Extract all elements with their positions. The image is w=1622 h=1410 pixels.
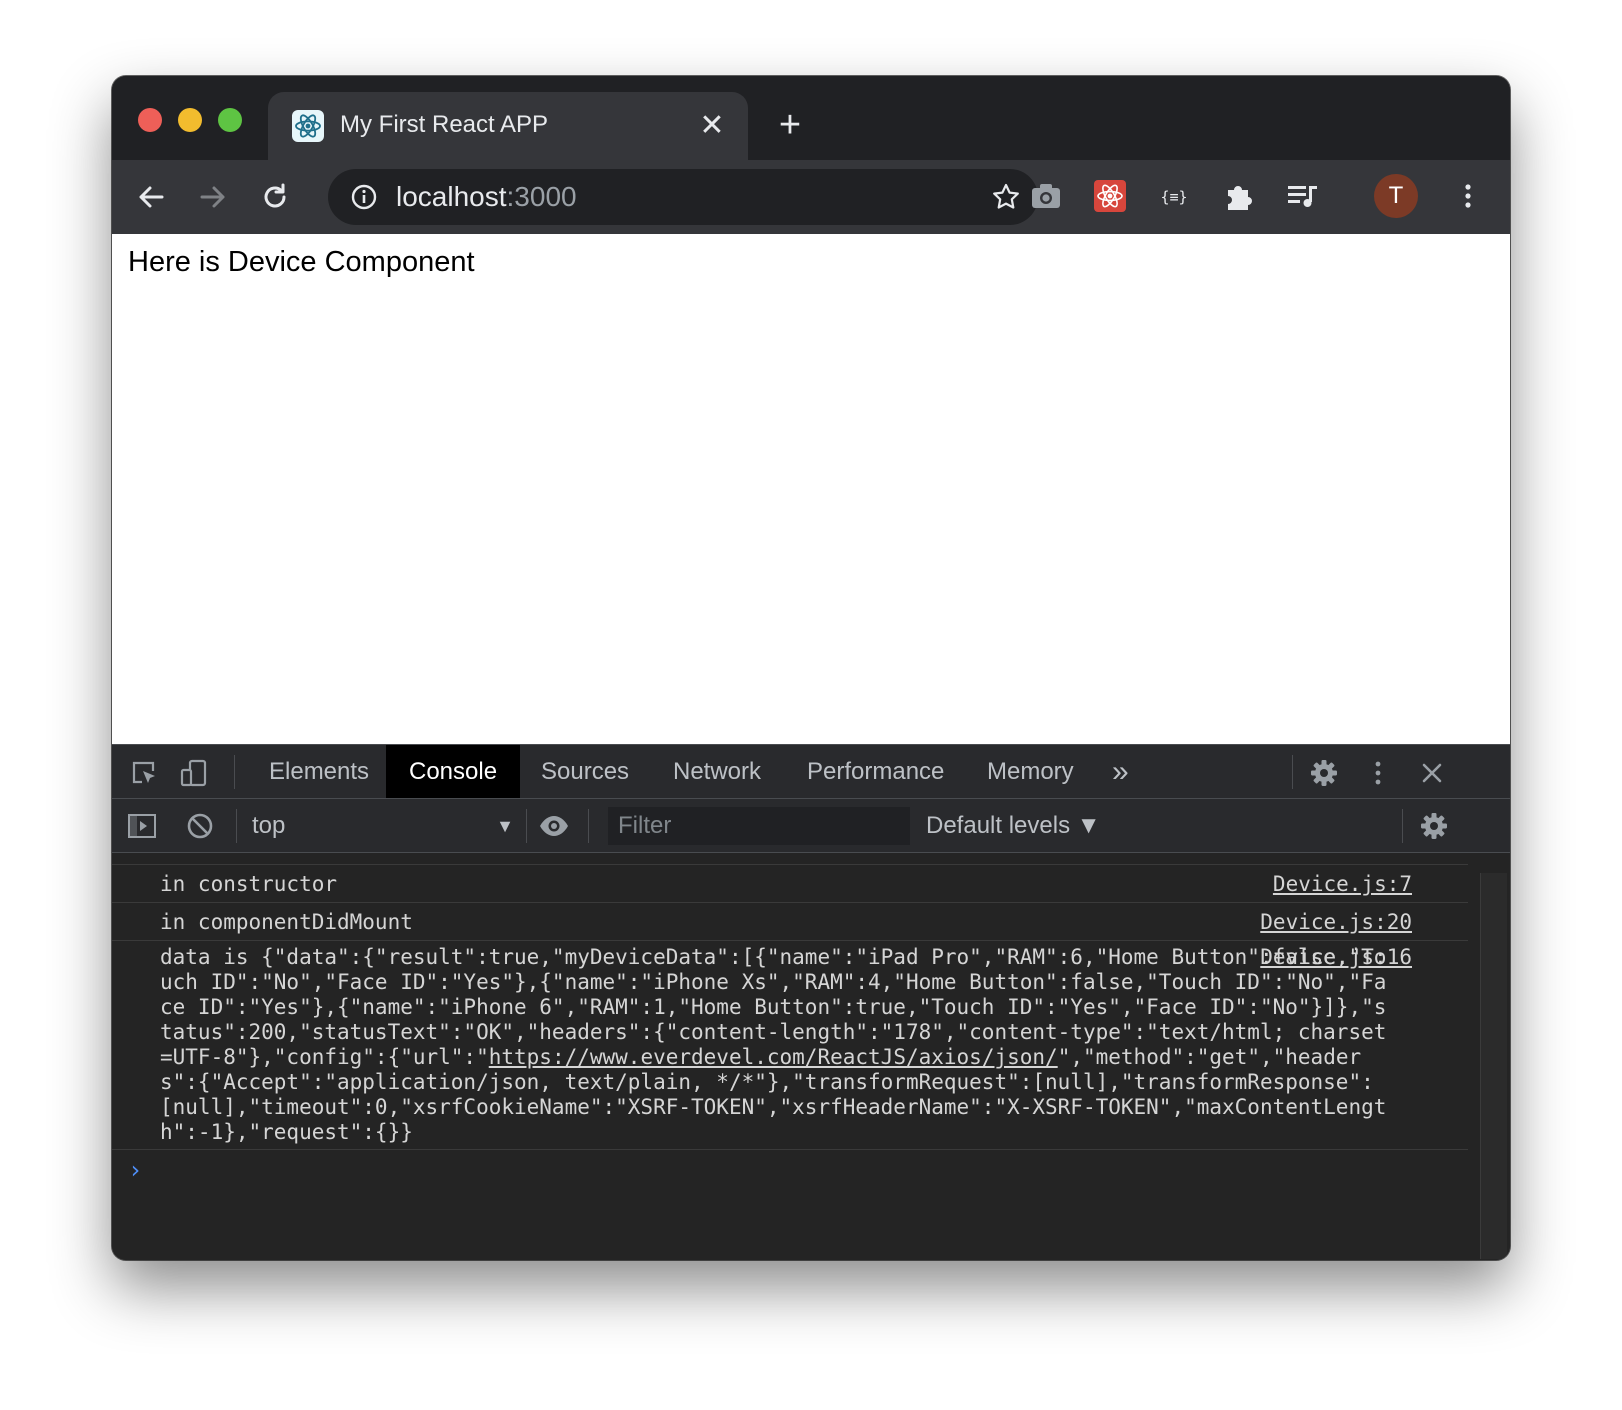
browser-window: My First React APP ✕ + localhost:3000 {≡… [112, 76, 1510, 1260]
console-message: in constructor Device.js:7 [112, 865, 1468, 903]
puzzle-icon[interactable] [1220, 178, 1256, 214]
more-tabs-button[interactable]: » [1112, 755, 1129, 789]
new-tab-button[interactable]: + [772, 106, 808, 144]
console-message-text: in componentDidMount [160, 910, 413, 934]
inspect-element-icon[interactable] [128, 757, 160, 789]
address-bar[interactable]: localhost:3000 [328, 169, 1038, 225]
console-output: in constructor Device.js:7 in componentD… [112, 853, 1468, 1260]
console-message-text: in constructor [160, 872, 338, 896]
device-toggle-icon[interactable] [178, 757, 210, 789]
reload-icon[interactable] [256, 178, 294, 216]
filter-input[interactable] [608, 807, 910, 845]
page-viewport: Here is Device Component [112, 234, 1510, 744]
clear-console-icon[interactable] [184, 810, 216, 842]
tab-console[interactable]: Console [386, 745, 521, 798]
camera-icon[interactable] [1028, 178, 1064, 214]
tab-network[interactable]: Network [650, 745, 784, 798]
back-arrow-icon[interactable] [132, 178, 170, 216]
devtools-separator [236, 809, 237, 843]
console-settings-gear-icon[interactable] [1418, 810, 1450, 842]
console-url-link[interactable]: https://www.everdevel.com/ReactJS/axios/… [489, 1045, 1058, 1069]
devtools-separator [234, 755, 235, 789]
eye-icon[interactable] [538, 810, 570, 842]
url-host: localhost [396, 181, 507, 212]
log-levels-dropdown[interactable]: Default levels ▼ [926, 809, 1101, 843]
url-port: :3000 [506, 181, 577, 212]
tab-sources[interactable]: Sources [518, 745, 652, 798]
window-maximize-button[interactable] [218, 108, 242, 132]
forward-arrow-icon[interactable] [194, 178, 232, 216]
kebab-menu-icon[interactable] [1450, 178, 1486, 214]
react-devtools-icon[interactable] [1092, 178, 1128, 214]
profile-avatar[interactable]: T [1374, 174, 1418, 218]
tab-strip: My First React APP ✕ + [112, 76, 1510, 160]
devtools-tab-bar: Elements Console Sources Network Perform… [112, 745, 1510, 799]
context-selector[interactable]: top ▼ [252, 809, 514, 843]
devtools-separator [1292, 755, 1293, 789]
devtools-separator [1402, 809, 1403, 843]
console-source-link[interactable]: Device.js:7 [1273, 865, 1412, 903]
window-close-button[interactable] [138, 108, 162, 132]
prompt-caret-icon: › [128, 1156, 143, 1184]
info-icon[interactable] [350, 183, 378, 211]
console-source-link[interactable]: Device.js:20 [1260, 903, 1412, 941]
tab-title: My First React APP [340, 111, 549, 138]
tab-performance[interactable]: Performance [784, 745, 967, 798]
tab-active[interactable]: My First React APP ✕ [268, 92, 748, 160]
page-heading-text: Here is Device Component [128, 246, 475, 278]
devtools-panel: Elements Console Sources Network Perform… [112, 744, 1510, 1260]
json-viewer-icon[interactable]: {≡} [1156, 178, 1192, 214]
toolbar: localhost:3000 {≡} T [112, 160, 1510, 234]
console-filter-bar: top ▼ Default levels ▼ [112, 799, 1510, 853]
chevron-down-icon: ▼ [496, 816, 514, 836]
devtools-kebab-menu-icon[interactable] [1362, 757, 1394, 789]
react-favicon-icon [292, 110, 324, 142]
console-message-text: data is {"data":{"result":true,"myDevice… [160, 945, 1390, 1145]
console-message: data is {"data":{"result":true,"myDevice… [112, 941, 1468, 1150]
tab-close-icon[interactable]: ✕ [696, 110, 728, 142]
sidebar-toggle-icon[interactable] [126, 810, 158, 842]
svg-text:{≡}: {≡} [1160, 188, 1187, 206]
console-source-link[interactable]: Device.js:16 [1260, 945, 1412, 970]
url-text: localhost:3000 [396, 181, 577, 213]
console-prompt[interactable]: › [112, 1150, 1468, 1190]
console-message: in componentDidMount Device.js:20 [112, 903, 1468, 941]
tab-memory[interactable]: Memory [964, 745, 1097, 798]
console-scrollbar[interactable] [1480, 873, 1507, 1259]
devtools-separator [588, 809, 589, 843]
star-icon[interactable] [990, 181, 1022, 213]
window-minimize-button[interactable] [178, 108, 202, 132]
context-value: top [252, 812, 286, 839]
media-queue-icon[interactable] [1284, 178, 1320, 214]
gear-icon[interactable] [1308, 757, 1340, 789]
console-message-clipped [112, 853, 1468, 865]
devtools-separator [526, 809, 527, 843]
close-devtools-icon[interactable] [1416, 757, 1448, 789]
tab-elements[interactable]: Elements [246, 745, 392, 798]
